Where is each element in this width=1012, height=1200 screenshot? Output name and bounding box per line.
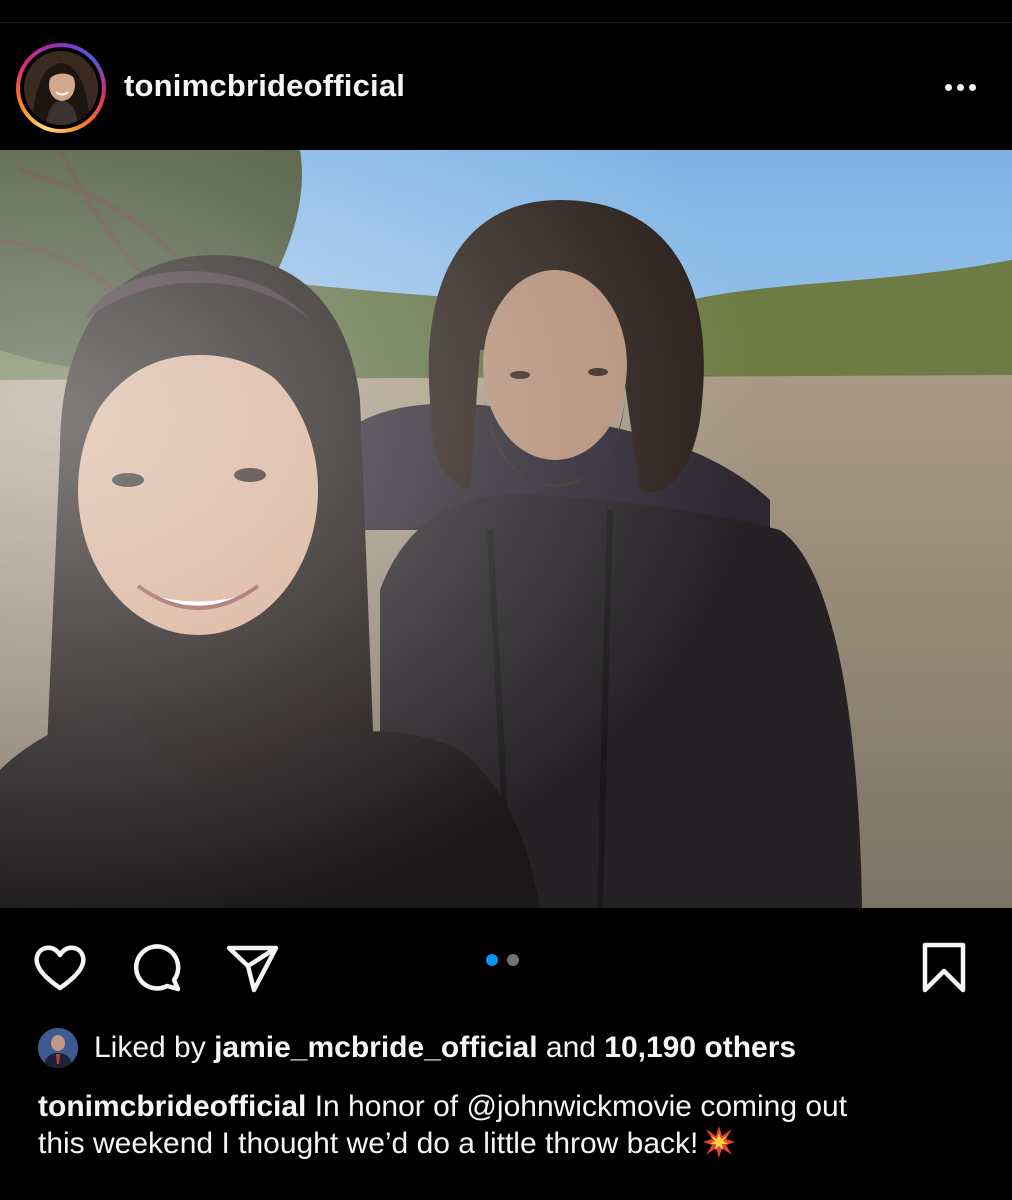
bookmark-icon[interactable] xyxy=(914,938,974,998)
liker-avatar[interactable] xyxy=(38,1028,78,1068)
post-header: tonimcbrideofficial xyxy=(0,40,1012,133)
user-avatar[interactable] xyxy=(24,51,98,125)
post-username[interactable]: tonimcbrideofficial xyxy=(124,68,405,104)
collision-emoji-icon xyxy=(702,1125,736,1168)
carousel-indicator xyxy=(486,954,519,966)
caption-line-2: this weekend I thought we’d do a little … xyxy=(38,1127,699,1160)
liker-username[interactable]: jamie_mcbride_official xyxy=(214,1031,537,1064)
likes-middle: and xyxy=(537,1031,605,1064)
post-actions-bar xyxy=(0,930,1012,1000)
caption-username[interactable]: tonimcbrideofficial xyxy=(38,1090,306,1123)
story-ring[interactable] xyxy=(16,43,106,133)
more-options-icon[interactable] xyxy=(936,72,984,102)
likes-count[interactable]: 10,190 others xyxy=(604,1031,796,1064)
likes-summary[interactable]: Liked by jamie_mcbride_official and 10,1… xyxy=(38,1026,998,1070)
carousel-dot xyxy=(507,954,519,966)
post-photo[interactable] xyxy=(0,150,1012,908)
post-caption: tonimcbrideofficial In honor of @johnwic… xyxy=(38,1088,988,1168)
heart-icon[interactable] xyxy=(30,938,90,998)
top-divider xyxy=(0,22,1012,23)
comment-bubble-icon[interactable] xyxy=(126,938,186,998)
carousel-dot-active xyxy=(486,954,498,966)
likes-prefix: Liked by xyxy=(94,1031,215,1064)
caption-line-1: In honor of @johnwickmovie coming out xyxy=(306,1090,848,1123)
paper-plane-icon[interactable] xyxy=(222,938,282,998)
